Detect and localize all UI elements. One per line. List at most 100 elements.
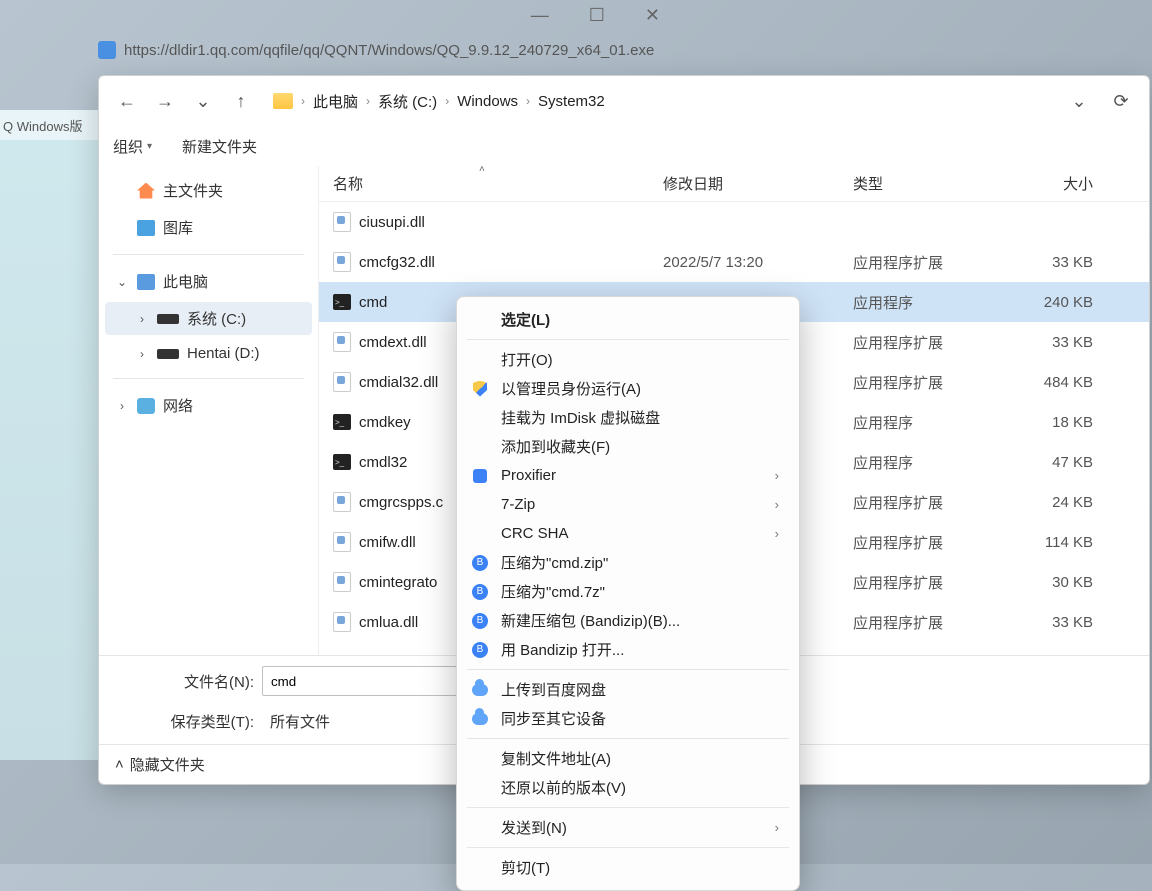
qq-icon (98, 41, 116, 59)
back-button[interactable]: ← (111, 85, 143, 117)
sidebar-drive-c[interactable]: ›系统 (C:) (105, 302, 312, 335)
ctx-run-as-admin[interactable]: 以管理员身份运行(A) (457, 374, 799, 403)
breadcrumb-item[interactable]: System32 (538, 93, 605, 110)
forward-button[interactable]: → (149, 85, 181, 117)
file-name: cmlua.dll (359, 614, 418, 631)
file-type: 应用程序扩展 (853, 572, 1003, 593)
column-type[interactable]: 类型 (853, 173, 1003, 194)
dll-icon (333, 572, 351, 592)
sidebar-network[interactable]: ›网络 (105, 389, 312, 422)
sidebar-thispc[interactable]: ⌄此电脑 (105, 265, 312, 298)
breadcrumb[interactable]: › 此电脑 › 系统 (C:) › Windows › System32 (273, 91, 605, 112)
recent-dropdown[interactable]: ⌄ (187, 85, 219, 117)
background-browser-tab: Q Windows版 (0, 110, 100, 140)
ctx-imdisk[interactable]: 挂载为 ImDisk 虚拟磁盘 (457, 403, 799, 432)
proxifier-icon (473, 469, 487, 483)
ctx-crc-sha[interactable]: CRC SHA› (457, 519, 799, 548)
breadcrumb-item[interactable]: Windows (457, 93, 518, 110)
file-name: cmd (359, 294, 387, 311)
column-name[interactable]: 名称 (333, 173, 663, 194)
breadcrumb-item[interactable]: 此电脑 (313, 91, 358, 112)
file-name: cmintegrato (359, 574, 437, 591)
organize-button[interactable]: 组织▾ (113, 136, 152, 157)
dll-icon (333, 532, 351, 552)
dll-icon (333, 492, 351, 512)
bandizip-icon: B (472, 642, 488, 658)
file-size: 33 KB (1003, 614, 1093, 631)
divider (113, 378, 304, 379)
separator (467, 669, 789, 670)
hide-folders-toggle[interactable]: ˄隐藏文件夹 (115, 754, 205, 775)
disk-icon (157, 349, 179, 359)
ctx-send-to[interactable]: 发送到(N)› (457, 813, 799, 842)
ctx-proxifier[interactable]: Proxifier› (457, 461, 799, 490)
file-type: 应用程序扩展 (853, 532, 1003, 553)
breadcrumb-item[interactable]: 系统 (C:) (378, 91, 437, 112)
ctx-copy-path[interactable]: 复制文件地址(A) (457, 744, 799, 773)
ctx-favorites[interactable]: 添加到收藏夹(F) (457, 432, 799, 461)
savetype-label: 保存类型(T): (159, 711, 254, 732)
file-size: 33 KB (1003, 334, 1093, 351)
savetype-select[interactable]: 所有文件 (262, 706, 452, 736)
ctx-cut[interactable]: 剪切(T) (457, 853, 799, 882)
background-browser-body (0, 140, 100, 760)
dropdown-icon[interactable]: ⌄ (1063, 85, 1095, 117)
ctx-bandizip-open[interactable]: B用 Bandizip 打开... (457, 635, 799, 664)
separator (467, 807, 789, 808)
file-row[interactable]: cmcfg32.dll2022/5/7 13:20应用程序扩展33 KB (319, 242, 1149, 282)
sidebar-home[interactable]: 主文件夹 (105, 174, 312, 207)
dll-icon (333, 212, 351, 232)
dll-icon (333, 372, 351, 392)
sidebar-drive-d[interactable]: ›Hentai (D:) (105, 339, 312, 368)
column-size[interactable]: 大小 (1003, 173, 1093, 194)
ctx-sync[interactable]: 同步至其它设备 (457, 704, 799, 733)
sidebar-pictures[interactable]: 图库 (105, 211, 312, 244)
network-icon (137, 398, 155, 414)
folder-icon (273, 93, 293, 109)
separator (467, 738, 789, 739)
shield-icon (473, 381, 487, 397)
file-name: cmdext.dll (359, 334, 427, 351)
file-name: cmdl32 (359, 454, 407, 471)
home-icon (137, 183, 155, 199)
dll-icon (333, 332, 351, 352)
ctx-baidu-upload[interactable]: 上传到百度网盘 (457, 675, 799, 704)
column-date[interactable]: 修改日期 (663, 173, 853, 194)
ctx-select[interactable]: 选定(L) (457, 305, 799, 334)
chevron-right-icon: › (366, 94, 370, 108)
nav-row: ← → ⌄ ↑ › 此电脑 › 系统 (C:) › Windows › Syst… (99, 76, 1149, 126)
file-row[interactable]: ciusupi.dll (319, 202, 1149, 242)
ctx-compress-7z[interactable]: B压缩为"cmd.7z" (457, 577, 799, 606)
separator (467, 339, 789, 340)
filename-label: 文件名(N): (159, 671, 254, 692)
ctx-restore-versions[interactable]: 还原以前的版本(V) (457, 773, 799, 802)
file-type: 应用程序 (853, 292, 1003, 313)
ctx-7zip[interactable]: 7-Zip› (457, 490, 799, 519)
cloud-icon (472, 684, 488, 696)
refresh-button[interactable]: ⟳ (1105, 85, 1137, 117)
file-date: 2022/5/7 13:20 (663, 254, 853, 271)
up-button[interactable]: ↑ (225, 85, 257, 117)
chevron-right-icon: › (445, 94, 449, 108)
installer-url: https://dldir1.qq.com/qqfile/qq/QQNT/Win… (124, 42, 654, 59)
ctx-open[interactable]: 打开(O) (457, 345, 799, 374)
submenu-arrow-icon: › (775, 526, 779, 541)
filename-input[interactable] (262, 666, 457, 696)
file-size: 47 KB (1003, 454, 1093, 471)
file-size: 24 KB (1003, 494, 1093, 511)
separator (467, 847, 789, 848)
exe-icon (333, 454, 351, 470)
chevron-right-icon: › (526, 94, 530, 108)
context-menu: 选定(L) 打开(O) 以管理员身份运行(A) 挂载为 ImDisk 虚拟磁盘 … (456, 296, 800, 891)
installer-titlebar: https://dldir1.qq.com/qqfile/qq/QQNT/Win… (98, 35, 998, 65)
toolbar: 组织▾ 新建文件夹 (99, 126, 1149, 166)
ctx-bandizip-new[interactable]: B新建压缩包 (Bandizip)(B)... (457, 606, 799, 635)
ctx-compress-zip[interactable]: B压缩为"cmd.zip" (457, 548, 799, 577)
file-size: 33 KB (1003, 254, 1093, 271)
file-name: cmgrcspps.c (359, 494, 443, 511)
file-name: cmdial32.dll (359, 374, 438, 391)
bandizip-icon: B (472, 555, 488, 571)
file-name: cmdkey (359, 414, 411, 431)
file-type: 应用程序扩展 (853, 252, 1003, 273)
new-folder-button[interactable]: 新建文件夹 (182, 136, 257, 157)
